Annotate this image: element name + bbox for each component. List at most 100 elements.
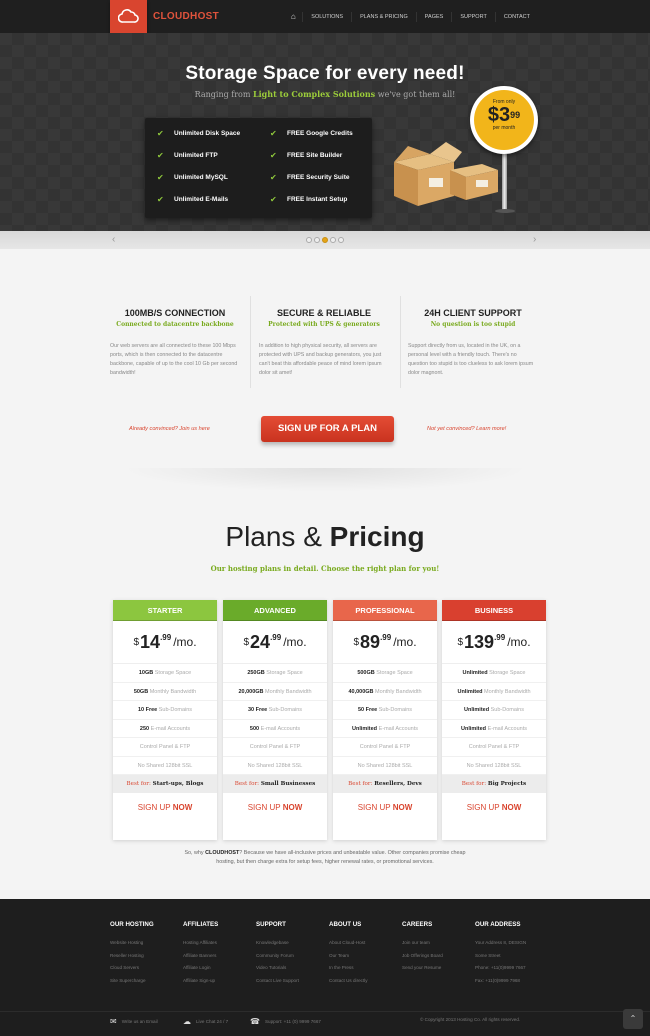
plan-feature-label: No Shared 128bit SSL bbox=[247, 762, 303, 769]
plan-signup-button[interactable]: SIGN UP NOW bbox=[113, 793, 217, 823]
feature-label: Unlimited MySQL bbox=[174, 174, 228, 181]
home-icon[interactable]: ⌂ bbox=[284, 12, 302, 21]
slider-dot[interactable] bbox=[322, 237, 328, 243]
feature-item: ✔ FREE Site Builder bbox=[270, 151, 342, 160]
brand-name[interactable]: CLOUDHOST bbox=[153, 11, 219, 22]
plan-currency: $ bbox=[243, 636, 250, 648]
plan-feature-value: Unlimited bbox=[464, 707, 490, 713]
footer-link[interactable]: Job Offerings Board bbox=[402, 950, 443, 963]
footer-link[interactable]: Affiliate Sign-up bbox=[183, 975, 218, 988]
check-icon: ✔ bbox=[157, 195, 164, 204]
footer-link: Your Address 8, DESIGN bbox=[475, 940, 527, 945]
footer-link[interactable]: Cloud Servers bbox=[110, 962, 154, 975]
scroll-top-button[interactable]: ⌃ bbox=[623, 1009, 643, 1029]
footer-link[interactable]: Community Forum bbox=[256, 950, 299, 963]
plan-feature-label: Monthly Bandwidth bbox=[148, 688, 197, 695]
plan-feature: 50 Free Sub-Domains bbox=[333, 701, 437, 720]
chevron-left-icon[interactable]: ‹ bbox=[112, 234, 115, 245]
plan-signup-label: SIGN UP bbox=[357, 803, 391, 812]
nav-item-plans[interactable]: PLANS & PRICING bbox=[351, 11, 416, 22]
plan-price-cents: .99 bbox=[380, 633, 392, 642]
cloud-icon bbox=[118, 9, 139, 23]
section-separator bbox=[120, 468, 530, 492]
plan-currency: $ bbox=[457, 636, 464, 648]
learn-more-link[interactable]: Not yet convinced? Learn more! bbox=[427, 426, 506, 432]
plan-feature-value: 250GB bbox=[247, 670, 265, 676]
plan-feature: Control Panel & FTP bbox=[442, 738, 546, 757]
pricing-title-light: Plans & bbox=[225, 521, 322, 552]
feature-label: Unlimited Disk Space bbox=[174, 130, 241, 137]
price-badge-inner: From only $399 per month bbox=[474, 90, 534, 150]
footer-link[interactable]: Site Supercharge bbox=[110, 975, 154, 988]
price-badge-per: per month bbox=[492, 125, 516, 131]
plan-feature-value: Unlimited bbox=[351, 725, 378, 732]
plan-feature: Unlimited Monthly Bandwidth bbox=[442, 683, 546, 701]
footer-email[interactable]: ✉ Write us an Email bbox=[110, 1017, 158, 1026]
footer-link[interactable]: In the Press bbox=[329, 962, 368, 975]
footer-link[interactable]: Our Team bbox=[329, 950, 368, 963]
footer-link[interactable]: Affiliate Banners bbox=[183, 950, 218, 963]
footer-column: ABOUT US About Cloud-Host Our Team In the P… bbox=[329, 921, 368, 987]
plan-best-value: Small Businesses bbox=[260, 781, 316, 787]
footer-link[interactable]: Send your Resume bbox=[402, 962, 443, 975]
slider-dot[interactable] bbox=[330, 237, 336, 243]
plan-feature-label: Storage Space bbox=[153, 670, 192, 676]
nav-item-contact[interactable]: CONTACT bbox=[494, 11, 538, 22]
chevron-right-icon[interactable]: › bbox=[533, 234, 536, 245]
footer-link[interactable]: Website Hosting bbox=[110, 937, 154, 950]
column-divider bbox=[400, 296, 401, 388]
footer-link[interactable]: Hosting Affiliates bbox=[183, 937, 218, 950]
plan-signup-button[interactable]: SIGN UP NOW bbox=[223, 793, 327, 823]
plan-price-int: 14 bbox=[140, 631, 161, 652]
footer-link[interactable]: Knowledgebase bbox=[256, 937, 299, 950]
plan-feature: Control Panel & FTP bbox=[333, 738, 437, 757]
plan-feature: 500 E-mail Accounts bbox=[223, 720, 327, 738]
check-icon: ✔ bbox=[157, 151, 164, 160]
plan-feature: Unlimited E-mail Accounts bbox=[442, 720, 546, 738]
feature-label: FREE Security Suite bbox=[287, 174, 350, 181]
join-link[interactable]: Already convinced? Join us here bbox=[129, 426, 210, 432]
footer-link[interactable]: Video Tutorials bbox=[256, 962, 299, 975]
hero-banner: Storage Space for every need! Ranging fr… bbox=[0, 33, 650, 231]
slider-dots bbox=[306, 237, 344, 243]
footer-link[interactable]: Contact Live Support bbox=[256, 975, 299, 988]
plan-feature-label: Sub-Domains bbox=[489, 707, 524, 713]
footer-link[interactable]: Join our team bbox=[402, 937, 443, 950]
highlight-text: Support directly from us, located in the… bbox=[408, 343, 534, 376]
footer-link[interactable]: Contact Us directly bbox=[329, 975, 368, 988]
plan-feature-value: 500GB bbox=[357, 670, 375, 676]
highlight-subtitle: No question is too stupid bbox=[430, 321, 516, 328]
slider-dot[interactable] bbox=[306, 237, 312, 243]
footer-link[interactable]: Reseller Hosting bbox=[110, 950, 154, 963]
plan-currency: $ bbox=[353, 636, 360, 648]
feature-label: FREE Instant Setup bbox=[287, 196, 348, 203]
plan-feature-value: 50GB bbox=[133, 688, 149, 695]
plan-card: STARTER $14.99/mo. 10GB Storage Space 50GB … bbox=[113, 600, 217, 840]
plan-best-for: Best for: Small Businesses bbox=[223, 775, 327, 793]
pricing-title-bold: Pricing bbox=[329, 521, 425, 552]
plan-best-label: Best for: bbox=[126, 781, 151, 787]
footer-support-label: Support: +11 (0) 9999 7667 bbox=[264, 1019, 321, 1024]
footer-support[interactable]: ☎ Support: +11 (0) 9999 7667 bbox=[250, 1017, 321, 1026]
feature-label: FREE Site Builder bbox=[287, 152, 343, 159]
plan-feature-label: E-mail Accounts bbox=[486, 725, 528, 732]
plan-best-label: Best for: bbox=[234, 781, 260, 787]
plan-feature-value: Unlimited bbox=[457, 688, 483, 695]
plan-feature-label: Sub-Domains bbox=[377, 707, 413, 713]
signup-plan-button[interactable]: SIGN UP FOR A PLAN bbox=[261, 416, 394, 442]
slider-dot[interactable] bbox=[338, 237, 344, 243]
footer-link[interactable]: About Cloud-Host bbox=[329, 937, 368, 950]
footer-link[interactable]: Affiliate Login bbox=[183, 962, 218, 975]
footer-chat[interactable]: ☁ Live Chat 24 / 7 bbox=[183, 1017, 228, 1026]
plan-signup-label: SIGN UP bbox=[247, 803, 281, 812]
plan-signup-button[interactable]: SIGN UP NOW bbox=[333, 793, 437, 823]
check-icon: ✔ bbox=[270, 129, 277, 138]
nav-item-solutions[interactable]: SOLUTIONS bbox=[302, 11, 351, 22]
highlight-connection: 100MB/S CONNECTION Connected to datacent… bbox=[110, 308, 240, 378]
nav-item-support[interactable]: SUPPORT bbox=[451, 11, 495, 22]
nav-item-pages[interactable]: PAGES bbox=[415, 11, 452, 22]
footer-heading: CAREERS bbox=[402, 921, 433, 928]
why-post: ? Because we have all-inclusive prices a… bbox=[216, 850, 466, 865]
plan-signup-button[interactable]: SIGN UP NOW bbox=[442, 793, 546, 823]
slider-dot[interactable] bbox=[314, 237, 320, 243]
